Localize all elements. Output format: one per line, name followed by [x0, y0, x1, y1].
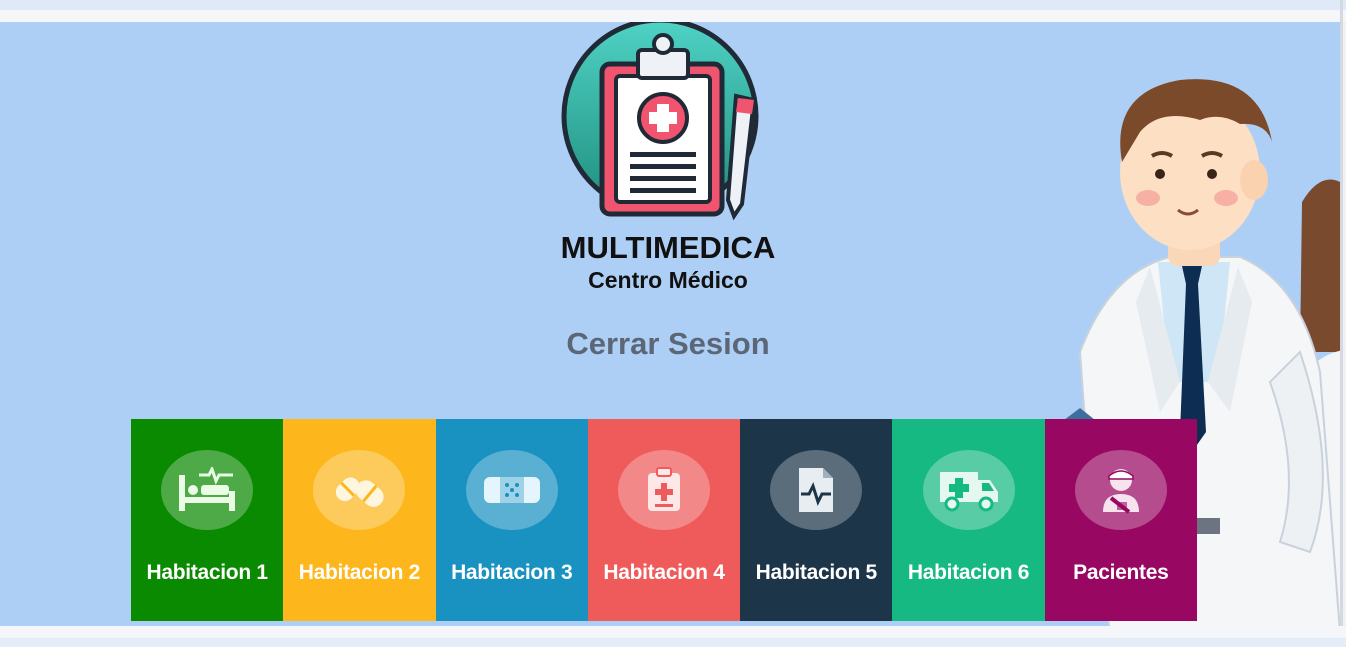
- top-strip: [0, 0, 1346, 22]
- tile-habitacion-4[interactable]: Habitacion 4: [587, 419, 741, 621]
- injured-patient-icon: [1102, 469, 1139, 514]
- bottom-strip: [0, 626, 1346, 647]
- clipboard-logo-icon: [561, 22, 759, 221]
- tile-label: Habitacion 2: [298, 561, 421, 584]
- tile-habitacion-6[interactable]: Habitacion 6: [892, 419, 1045, 621]
- tile-habitacion-1[interactable]: Habitacion 1: [131, 419, 284, 621]
- bandage-icon: [483, 477, 540, 503]
- icon-circle: [922, 450, 1015, 530]
- tile-label: Habitacion 4: [603, 561, 725, 584]
- pills-icon: [336, 477, 385, 507]
- icon-circle: [770, 450, 863, 530]
- ambulance-icon: [939, 472, 998, 512]
- tile-habitacion-3[interactable]: Habitacion 3: [435, 419, 588, 621]
- brand-title: MULTIMEDICA: [560, 230, 776, 265]
- clipboard-plus-icon: [647, 467, 680, 511]
- hero-banner: MULTIMEDICA Centro Médico Cerrar Sesion …: [0, 22, 1340, 626]
- icon-circle: [161, 450, 254, 530]
- icon-circle: [1074, 450, 1167, 530]
- tile-label: Pacientes: [1073, 561, 1169, 584]
- brand-subtitle: Centro Médico: [588, 267, 748, 293]
- icon-circle: [313, 450, 406, 530]
- tile-label: Habitacion 5: [755, 561, 878, 584]
- icon-circle: [465, 450, 558, 530]
- scrollbar[interactable]: [1340, 0, 1343, 647]
- tile-pacientes[interactable]: Pacientes: [1044, 419, 1197, 621]
- icon-circle: [617, 450, 710, 530]
- tile-label: Habitacion 1: [146, 561, 269, 584]
- room-tiles: Habitacion 1 Habitacion 2 Habitacion 3 H…: [131, 419, 1197, 621]
- logout-link[interactable]: Cerrar Sesion: [518, 324, 818, 364]
- tile-label: Habitacion 6: [907, 561, 1030, 584]
- tile-label: Habitacion 3: [451, 561, 573, 584]
- tile-habitacion-2[interactable]: Habitacion 2: [283, 419, 436, 621]
- brand-block: MULTIMEDICA Centro Médico: [468, 230, 868, 294]
- tile-habitacion-5[interactable]: Habitacion 5: [740, 419, 893, 621]
- hospital-bed-icon: [179, 467, 236, 511]
- medical-file-icon: [799, 468, 834, 512]
